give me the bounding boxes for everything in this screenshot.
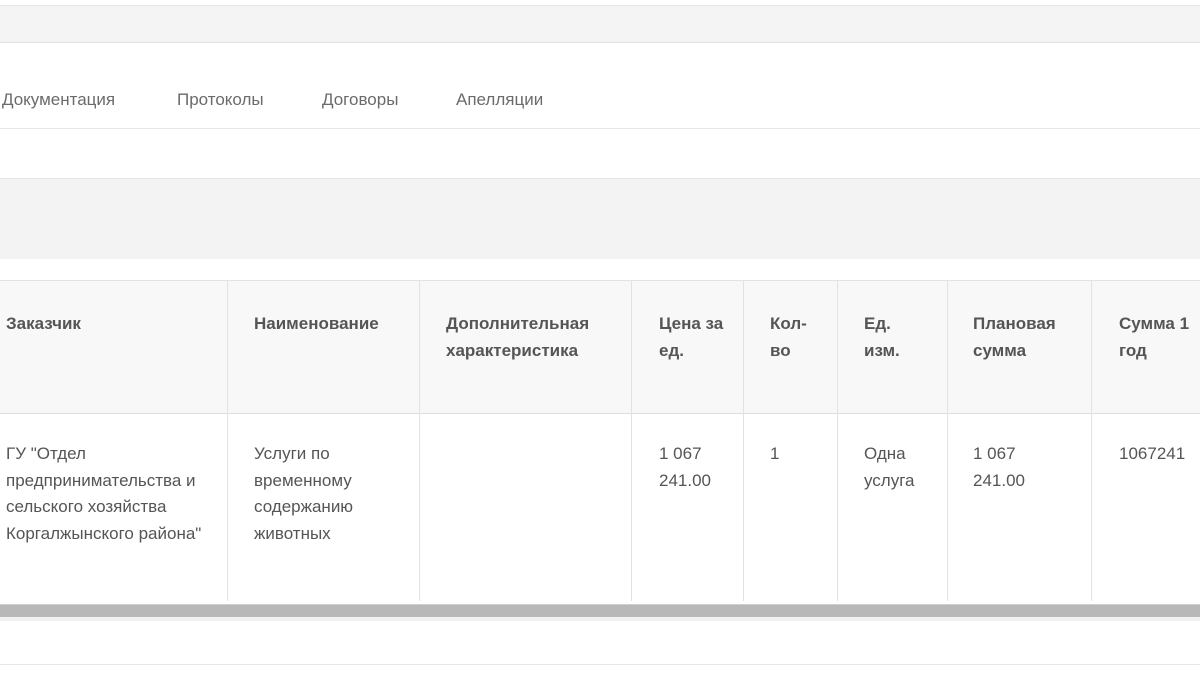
column-divider <box>227 281 228 601</box>
top-band <box>0 5 1200 43</box>
cell-qty: 1 <box>770 444 780 463</box>
column-divider <box>419 281 420 601</box>
column-divider <box>631 281 632 601</box>
tab-appeals[interactable]: Апелляции <box>456 90 543 110</box>
table-row: ГУ "Отдел предпринимательства и сельског… <box>0 414 1200 600</box>
cell-customer: ГУ "Отдел предпринимательства и сельског… <box>6 444 202 543</box>
table-header-row: Заказчик Наименование Дополнительная хар… <box>0 281 1200 414</box>
tab-contracts[interactable]: Договоры <box>322 90 398 110</box>
cell-planned-sum: 1 067 241.00 <box>973 444 1025 490</box>
horizontal-scrollbar[interactable] <box>0 604 1200 617</box>
tab-bar: Документация Протоколы Договоры Апелляци… <box>0 42 1200 129</box>
cell-unit: Одна услуга <box>864 444 915 490</box>
scrollbar-track <box>0 617 1200 621</box>
divider <box>0 664 1200 665</box>
column-divider <box>947 281 948 601</box>
column-divider <box>743 281 744 601</box>
column-header-name: Наименование <box>254 314 379 333</box>
column-header-sum-year1: Сумма 1 год <box>1119 314 1190 360</box>
lots-table: Заказчик Наименование Дополнительная хар… <box>0 280 1200 601</box>
column-header-planned-sum: Плановая сумма <box>973 314 1056 360</box>
panel-header <box>0 178 1200 259</box>
cell-name: Услуги по временному содержанию животных <box>254 444 354 543</box>
column-divider <box>837 281 838 601</box>
column-header-unit-price: Цена за ед. <box>659 314 724 360</box>
column-header-customer: Заказчик <box>6 314 81 333</box>
cell-sum-year1: 1067241 <box>1119 444 1186 463</box>
tab-documentation[interactable]: Документация <box>2 90 115 110</box>
cell-unit-price: 1 067 241.00 <box>659 444 711 490</box>
tab-protocols[interactable]: Протоколы <box>177 90 264 110</box>
column-header-unit: Ед. изм. <box>864 314 900 360</box>
column-header-extra: Дополнительная характеристика <box>446 314 590 360</box>
column-divider <box>1091 281 1092 601</box>
column-header-qty: Кол-во <box>770 314 807 360</box>
